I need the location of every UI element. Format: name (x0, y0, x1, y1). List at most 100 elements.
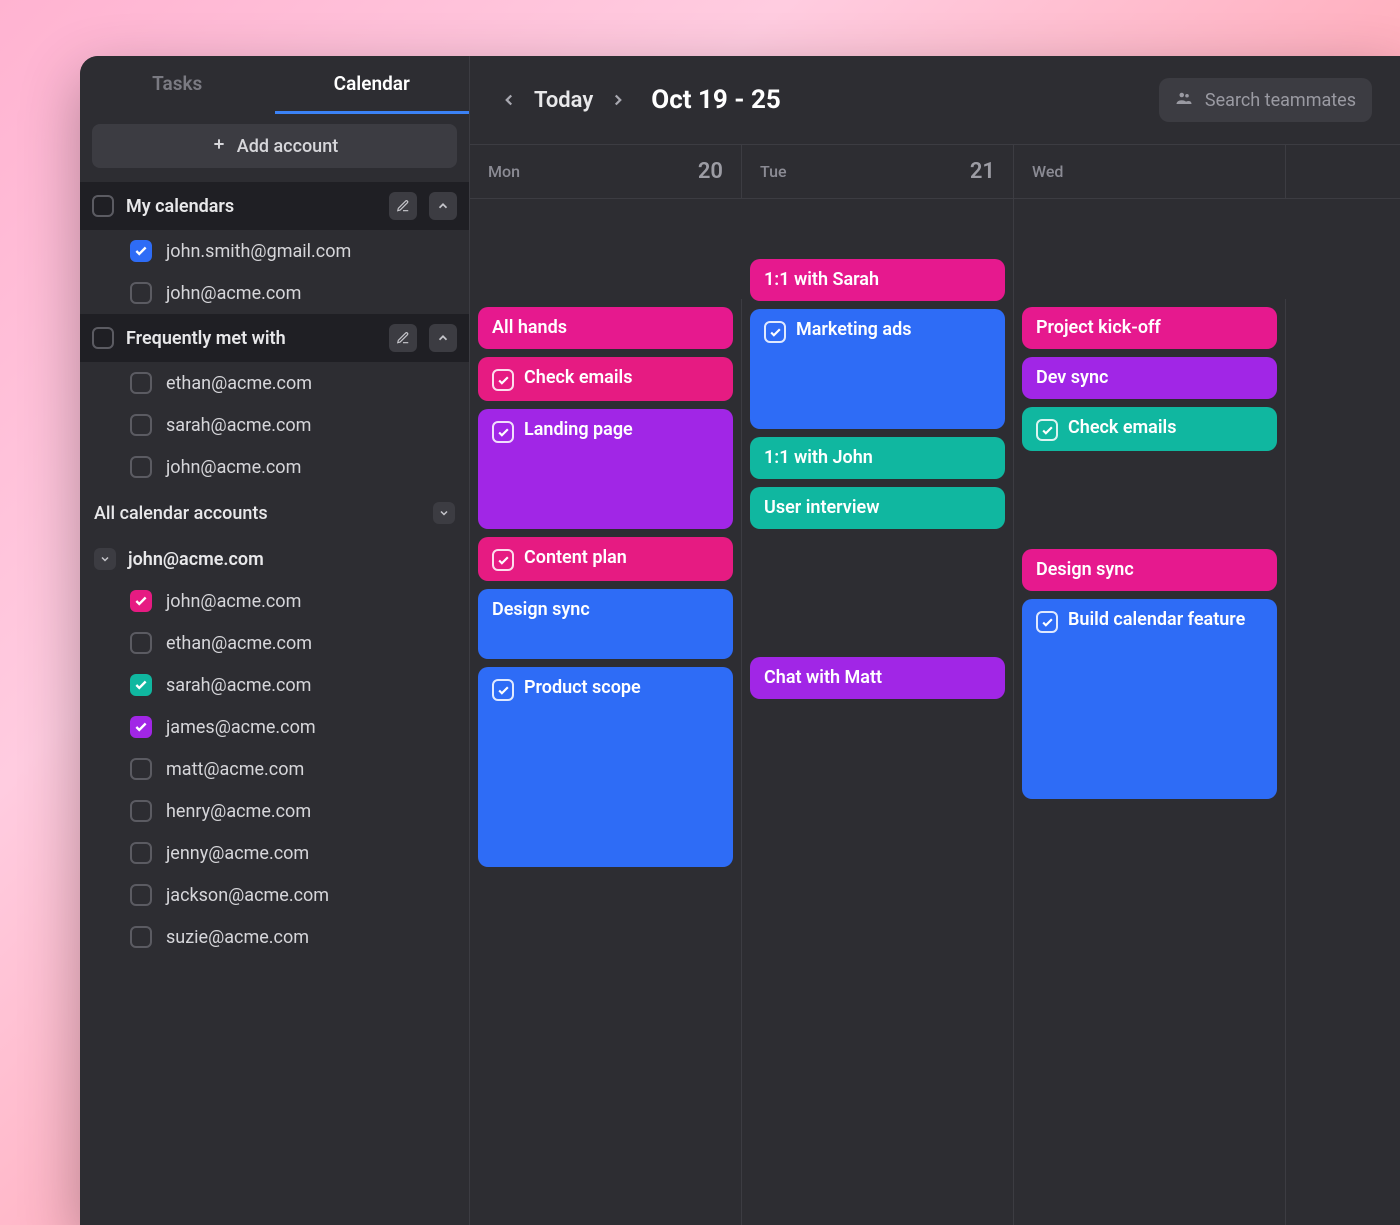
calendar-item[interactable]: jenny@acme.com (80, 832, 469, 874)
account-row[interactable]: john@acme.com (80, 538, 469, 580)
task-checkbox[interactable] (1036, 419, 1058, 441)
calendar-label: john@acme.com (166, 457, 301, 478)
edit-icon[interactable] (389, 192, 417, 220)
checkbox[interactable] (92, 327, 114, 349)
checkbox[interactable] (130, 842, 152, 864)
prev-week-button[interactable] (498, 89, 520, 111)
calendar-event[interactable]: Check emails (478, 357, 733, 401)
add-account-label: Add account (237, 136, 338, 157)
calendar-item[interactable]: jackson@acme.com (80, 874, 469, 916)
task-checkbox[interactable] (764, 321, 786, 343)
calendar-item[interactable]: john@acme.com (80, 272, 469, 314)
tab-calendar[interactable]: Calendar (275, 56, 470, 114)
section-title: Frequently met with (126, 328, 377, 349)
calendar-event[interactable]: Content plan (478, 537, 733, 581)
edit-icon[interactable] (389, 324, 417, 352)
calendar-item[interactable]: henry@acme.com (80, 790, 469, 832)
calendar-event[interactable]: All hands (478, 307, 733, 349)
calendar-item[interactable]: suzie@acme.com (80, 916, 469, 958)
day-column-tue[interactable]: 1:1 with Sarah Marketing ads 1:1 with John… (742, 199, 1014, 1225)
section-my-calendars[interactable]: My calendars (80, 182, 469, 230)
calendar-event[interactable]: Dev sync (1022, 357, 1277, 399)
calendar-item[interactable]: john.smith@gmail.com (80, 230, 469, 272)
chevron-up-icon[interactable] (429, 324, 457, 352)
checkbox[interactable] (130, 414, 152, 436)
search-placeholder: Search teammates (1205, 90, 1356, 111)
calendar-item[interactable]: ethan@acme.com (80, 362, 469, 404)
section-frequently-met[interactable]: Frequently met with (80, 314, 469, 362)
tab-tasks[interactable]: Tasks (80, 56, 275, 114)
task-checkbox[interactable] (492, 421, 514, 443)
calendar-item[interactable]: john@acme.com (80, 446, 469, 488)
calendar-grid: All hands Check emails Landing page Content… (470, 199, 1400, 1225)
checkbox[interactable] (130, 758, 152, 780)
calendar-event[interactable]: Build calendar feature (1022, 599, 1277, 799)
calendar-event[interactable]: Design sync (1022, 549, 1277, 591)
checkbox[interactable] (130, 926, 152, 948)
checkbox[interactable] (92, 195, 114, 217)
task-checkbox[interactable] (492, 369, 514, 391)
people-icon (1175, 89, 1193, 112)
event-title: User interview (764, 497, 879, 518)
calendar-event[interactable]: 1:1 with Sarah (750, 259, 1005, 301)
plus-icon (211, 136, 227, 157)
next-week-button[interactable] (607, 89, 629, 111)
section-all-accounts[interactable]: All calendar accounts (80, 488, 469, 538)
checkbox[interactable] (130, 590, 152, 612)
calendar-item[interactable]: ethan@acme.com (80, 622, 469, 664)
event-title: Check emails (524, 367, 632, 388)
checkbox[interactable] (130, 632, 152, 654)
today-button[interactable]: Today (534, 88, 593, 113)
event-title: 1:1 with John (764, 447, 873, 468)
calendar-event[interactable]: Design sync (478, 589, 733, 659)
task-checkbox[interactable] (492, 679, 514, 701)
calendar-event[interactable]: 1:1 with John (750, 437, 1005, 479)
calendar-item[interactable]: matt@acme.com (80, 748, 469, 790)
calendar-label: jackson@acme.com (166, 885, 329, 906)
chevron-down-icon[interactable] (433, 502, 455, 524)
calendar-event[interactable]: Check emails (1022, 407, 1277, 451)
calendar-event[interactable]: Product scope (478, 667, 733, 867)
chevron-up-icon[interactable] (429, 192, 457, 220)
calendar-event[interactable]: Project kick-off (1022, 307, 1277, 349)
add-account-button[interactable]: Add account (92, 124, 457, 168)
search-teammates-input[interactable]: Search teammates (1159, 78, 1372, 122)
checkbox[interactable] (130, 456, 152, 478)
calendar-event[interactable]: Marketing ads (750, 309, 1005, 429)
calendar-event[interactable]: Landing page (478, 409, 733, 529)
calendar-item[interactable]: sarah@acme.com (80, 404, 469, 446)
calendar-label: sarah@acme.com (166, 675, 311, 696)
day-header-tue: Tue 21 (742, 145, 1014, 198)
checkbox[interactable] (130, 800, 152, 822)
calendar-item[interactable]: james@acme.com (80, 706, 469, 748)
day-number: 20 (698, 159, 723, 184)
calendar-label: matt@acme.com (166, 759, 304, 780)
task-checkbox[interactable] (492, 549, 514, 571)
calendar-label: sarah@acme.com (166, 415, 311, 436)
section-title: My calendars (126, 196, 377, 217)
event-title: Design sync (1036, 559, 1134, 580)
checkbox[interactable] (130, 674, 152, 696)
event-title: Content plan (524, 547, 627, 568)
checkbox[interactable] (130, 240, 152, 262)
day-column-mon[interactable]: All hands Check emails Landing page Content… (470, 299, 742, 1225)
calendar-item[interactable]: sarah@acme.com (80, 664, 469, 706)
day-column-wed[interactable]: Project kick-off Dev sync Check emails Desi… (1014, 299, 1286, 1225)
task-checkbox[interactable] (1036, 611, 1058, 633)
checkbox[interactable] (130, 372, 152, 394)
calendar-event[interactable]: Chat with Matt (750, 657, 1005, 699)
calendar-event[interactable]: User interview (750, 487, 1005, 529)
calendar-label: suzie@acme.com (166, 927, 309, 948)
checkbox[interactable] (130, 884, 152, 906)
my-calendars-list: john.smith@gmail.comjohn@acme.com (80, 230, 469, 314)
calendar-label: henry@acme.com (166, 801, 311, 822)
date-range-label: Oct 19 - 25 (651, 85, 781, 115)
chevron-down-icon[interactable] (94, 548, 116, 570)
calendar-item[interactable]: john@acme.com (80, 580, 469, 622)
sidebar-tabs: Tasks Calendar (80, 56, 469, 114)
app-window: Tasks Calendar Add account My calendars … (80, 56, 1400, 1225)
calendar-label: ethan@acme.com (166, 633, 312, 654)
checkbox[interactable] (130, 716, 152, 738)
checkbox[interactable] (130, 282, 152, 304)
day-name: Mon (488, 162, 520, 181)
